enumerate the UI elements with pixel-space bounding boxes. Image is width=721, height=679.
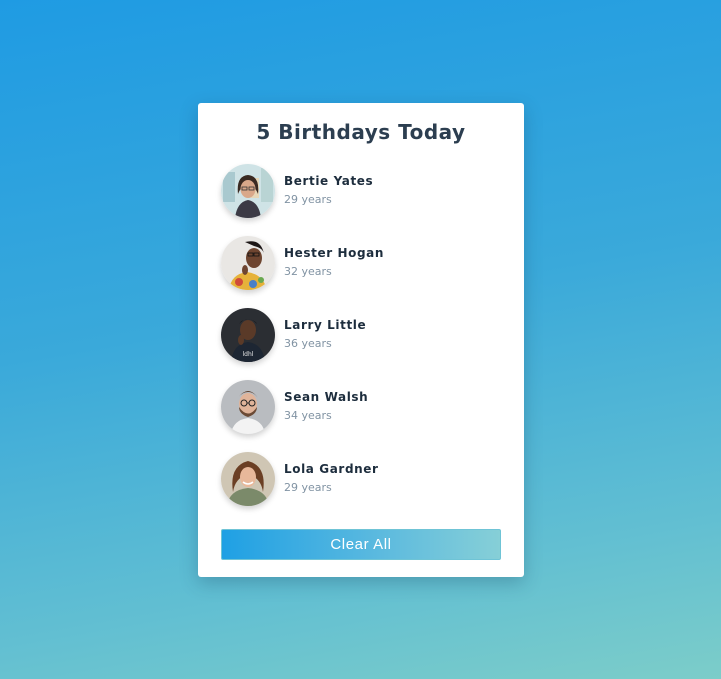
person-age: 36 years bbox=[284, 337, 332, 350]
person-name: Bertie Yates bbox=[284, 174, 374, 188]
list-item: Lola Gardner 29 years bbox=[221, 452, 511, 524]
list-item: Hester Hogan 32 years bbox=[221, 236, 511, 308]
person-age: 32 years bbox=[284, 265, 332, 278]
clear-all-button[interactable]: Clear All bbox=[221, 529, 501, 560]
avatar bbox=[221, 380, 275, 434]
person-age: 29 years bbox=[284, 193, 332, 206]
avatar bbox=[221, 452, 275, 506]
person-name: Lola Gardner bbox=[284, 462, 379, 476]
list-item: ldhl Larry Little 36 years bbox=[221, 308, 511, 380]
person-age: 29 years bbox=[284, 481, 332, 494]
avatar bbox=[221, 236, 275, 290]
list-item: Sean Walsh 34 years bbox=[221, 380, 511, 452]
people-list: Bertie Yates 29 years Hester Hogan 32 ye… bbox=[221, 164, 511, 524]
list-item: Bertie Yates 29 years bbox=[221, 164, 511, 236]
person-name: Larry Little bbox=[284, 318, 367, 332]
avatar: ldhl bbox=[221, 308, 275, 362]
person-name: Hester Hogan bbox=[284, 246, 385, 260]
person-name: Sean Walsh bbox=[284, 390, 369, 404]
card-title: 5 Birthdays Today bbox=[256, 120, 466, 144]
person-age: 34 years bbox=[284, 409, 332, 422]
birthday-card: 5 Birthdays Today Bertie Yates 29 years bbox=[198, 103, 524, 577]
avatar bbox=[221, 164, 275, 218]
svg-text:ldhl: ldhl bbox=[243, 351, 254, 358]
